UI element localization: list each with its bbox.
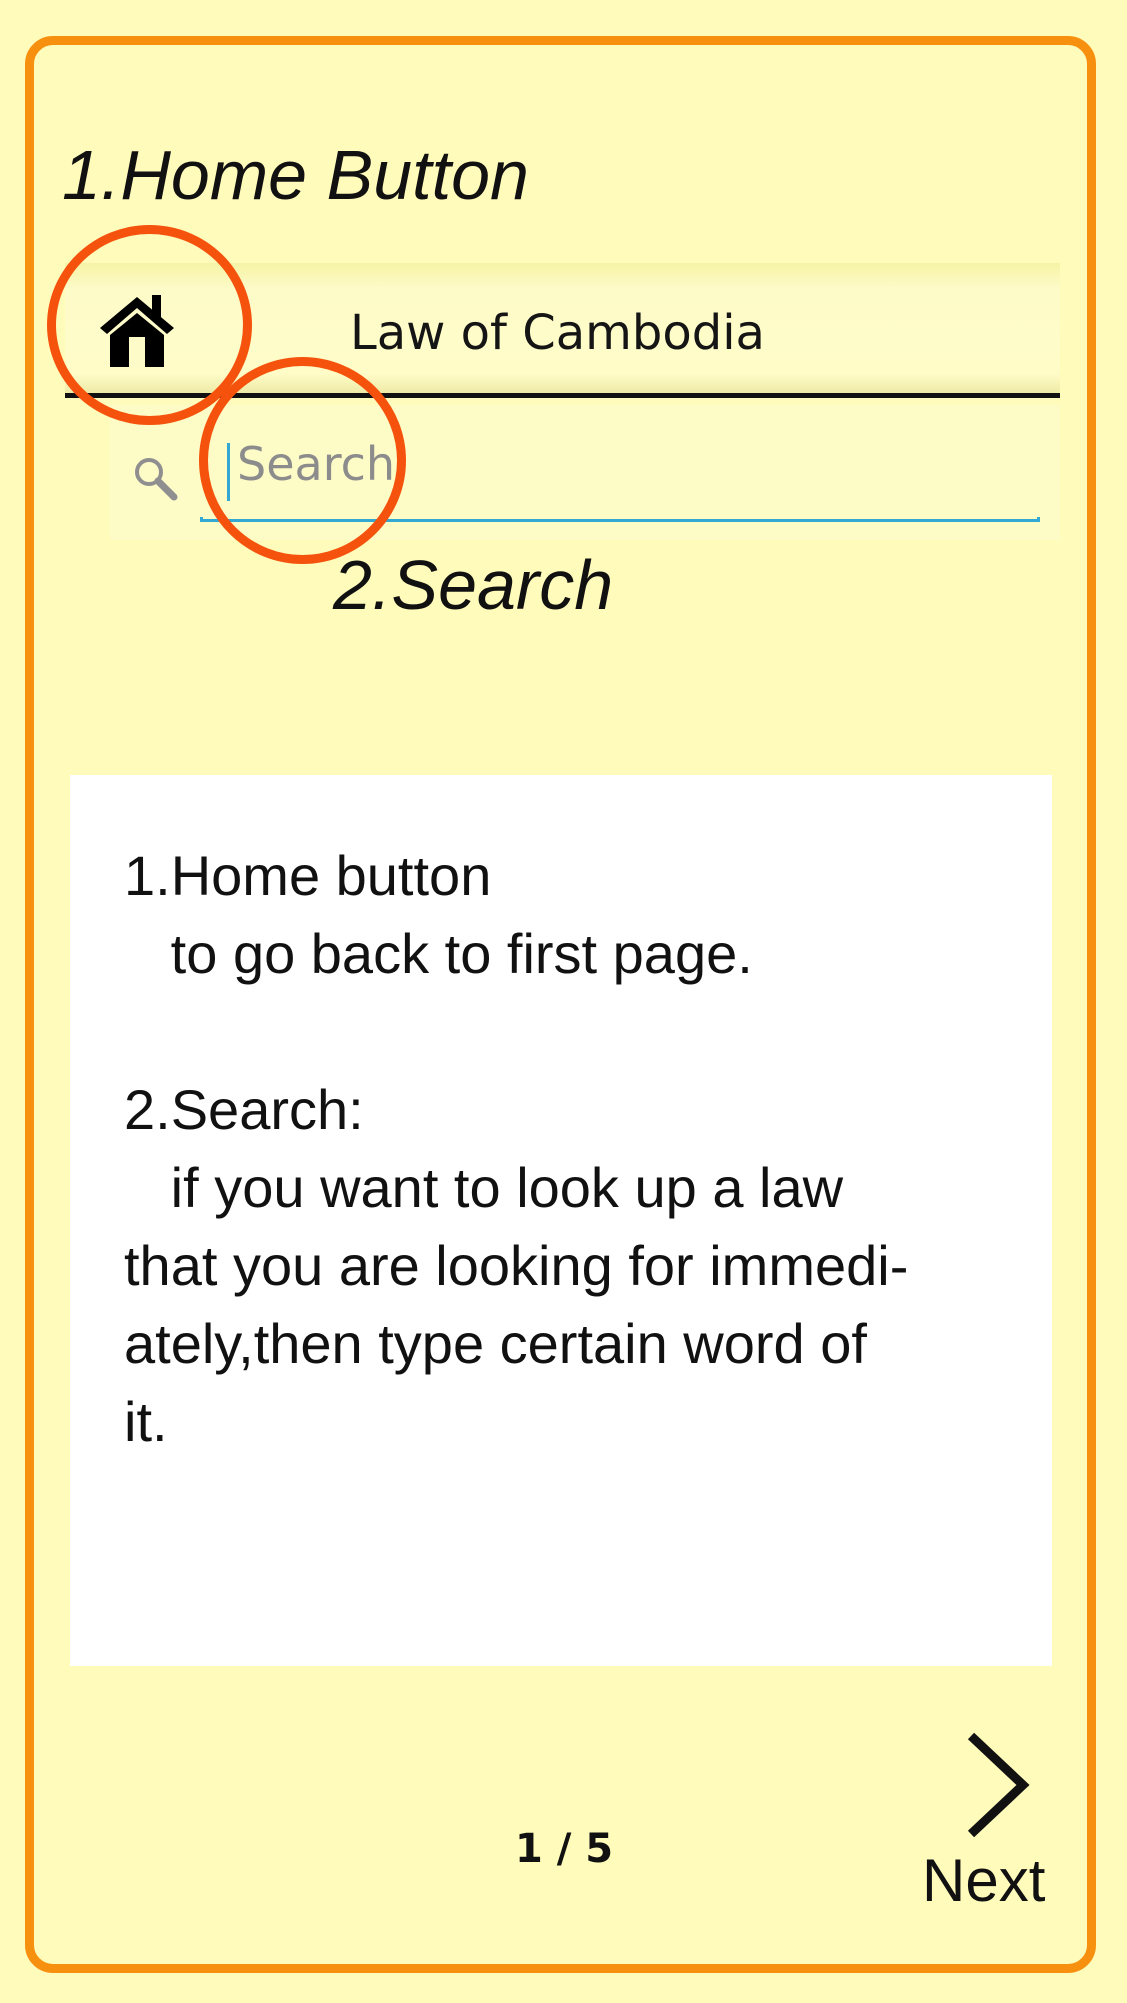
- help-panel: 1.Home button to go back to first page. …: [70, 775, 1052, 1666]
- help-line: ately,then type certain word of: [124, 1312, 867, 1375]
- help-line: it.: [124, 1390, 168, 1453]
- search-callout: 2.Search: [333, 546, 614, 624]
- help-line: to go back to first page.: [124, 922, 753, 985]
- search-bar: [110, 405, 1060, 540]
- text-cursor: [227, 443, 230, 501]
- home-icon[interactable]: [98, 291, 176, 367]
- app-bar: Law of Cambodia: [65, 263, 1060, 398]
- search-icon: [130, 453, 180, 503]
- page-indicator: 1 / 5: [515, 1826, 614, 1872]
- search-input[interactable]: [225, 433, 1012, 495]
- next-button[interactable]: Next: [915, 1720, 1065, 1920]
- help-text: 1.Home button to go back to first page. …: [124, 837, 1024, 1461]
- help-line: if you want to look up a law: [124, 1156, 844, 1219]
- chevron-right-icon: [963, 1730, 1033, 1840]
- app-title: Law of Cambodia: [350, 305, 765, 361]
- home-button-callout: 1.Home Button: [62, 136, 529, 214]
- help-line: [124, 993, 1024, 1071]
- help-line: 2.Search:: [124, 1078, 364, 1141]
- search-underline: [200, 517, 1040, 522]
- help-line: 1.Home button: [124, 844, 492, 907]
- help-line: that you are looking for immedi-: [124, 1234, 909, 1297]
- next-label: Next: [922, 1847, 1046, 1914]
